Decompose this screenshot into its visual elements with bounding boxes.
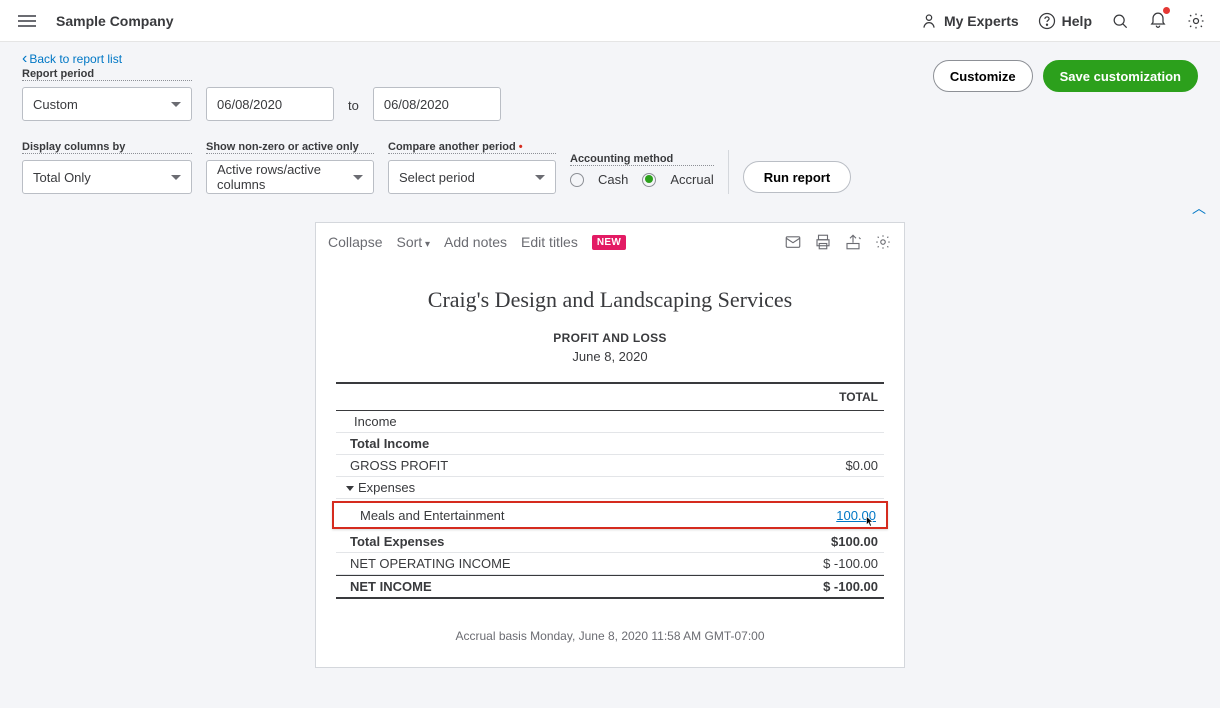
report-filters: Back to report list Customize Save custo… [0,42,1220,212]
accounting-method-radio-group: Cash Accrual [570,172,714,194]
table-row[interactable]: Total Expenses $100.00 [336,531,884,553]
top-button-group: Customize Save customization [933,60,1198,92]
customize-button[interactable]: Customize [933,60,1033,92]
table-row[interactable]: GROSS PROFIT $0.00 [336,455,884,477]
edit-titles-link[interactable]: Edit titles [521,234,578,250]
table-row[interactable]: NET OPERATING INCOME $ -100.00 [336,553,884,575]
total-income-label: Total Income [336,436,429,451]
income-label: Income [336,414,397,429]
highlighted-meals-row[interactable]: Meals and Entertainment 100.00 [332,501,888,529]
company-name: Sample Company [56,13,173,29]
total-expenses-label: Total Expenses [336,534,444,549]
compare-period-label: Compare another period [388,141,556,154]
filter-row-2: Display columns by Total Only Show non-z… [22,141,1198,194]
notifications-button[interactable] [1148,9,1168,32]
gross-profit-value: $0.00 [845,458,884,473]
top-header-right: My Experts Help [919,9,1206,32]
print-icon[interactable] [814,233,832,251]
accrual-radio[interactable] [642,173,656,187]
date-from-input[interactable]: 06/08/2020 [206,87,334,121]
save-customization-button[interactable]: Save customization [1043,60,1198,92]
date-to-input[interactable]: 06/08/2020 [373,87,501,121]
show-nonzero-select[interactable]: Active rows/active columns [206,160,374,194]
total-expenses-value: $100.00 [831,534,884,549]
meals-value-link[interactable]: 100.00 [836,508,882,523]
cash-radio[interactable] [570,173,584,187]
top-header: Sample Company My Experts Help [0,0,1220,42]
search-icon[interactable] [1110,11,1130,31]
report-toolbar-right [784,233,892,251]
report-period-select[interactable]: Custom [22,87,192,121]
cash-radio-label: Cash [598,172,628,187]
notification-dot-icon [1163,7,1170,14]
total-column-header: TOTAL [839,390,884,404]
table-row[interactable]: Income [336,411,884,433]
collapse-filters-chevron-icon[interactable]: ︿ [1192,198,1206,218]
expenses-group: Expenses [336,480,415,495]
meals-label: Meals and Entertainment [338,508,505,523]
email-icon[interactable] [784,233,802,251]
table-row[interactable]: NET INCOME $ -100.00 [336,575,884,597]
my-experts-link[interactable]: My Experts [919,11,1019,31]
help-label: Help [1062,13,1092,29]
report-period-text: June 8, 2020 [336,349,884,364]
caret-down-icon[interactable] [346,486,354,491]
display-columns-label: Display columns by [22,141,192,154]
compare-period-select[interactable]: Select period [388,160,556,194]
add-notes-link[interactable]: Add notes [444,234,507,250]
show-nonzero-label: Show non-zero or active only [206,141,374,154]
net-op-income-value: $ -100.00 [823,556,884,571]
report-period-label: Report period [22,68,192,81]
accrual-radio-label: Accrual [670,172,713,187]
gross-profit-label: GROSS PROFIT [336,458,448,473]
collapse-link[interactable]: Collapse [328,234,382,250]
report-table: TOTAL Income Total Income GROSS PROFIT $… [336,382,884,599]
net-income-label: NET INCOME [336,579,432,594]
report-footer-text: Accrual basis Monday, June 8, 2020 11:58… [336,629,884,643]
net-income-value: $ -100.00 [823,579,884,594]
help-circle-icon [1037,11,1057,31]
export-icon[interactable] [844,233,862,251]
report-toolbar: Collapse Sort Add notes Edit titles NEW [316,223,904,261]
report-type: PROFIT AND LOSS [336,331,884,345]
table-header-row: TOTAL [336,384,884,411]
to-label: to [348,98,359,121]
report-gear-icon[interactable] [874,233,892,251]
report-panel: Collapse Sort Add notes Edit titles NEW … [315,222,905,668]
gear-icon[interactable] [1186,11,1206,31]
help-link[interactable]: Help [1037,11,1092,31]
accounting-method-label: Accounting method [570,153,714,166]
display-columns-select[interactable]: Total Only [22,160,192,194]
person-icon [919,11,939,31]
report-main-area: Collapse Sort Add notes Edit titles NEW … [0,212,1220,708]
my-experts-label: My Experts [944,13,1019,29]
vertical-divider [728,150,729,194]
table-row[interactable]: Expenses [336,477,884,499]
net-op-income-label: NET OPERATING INCOME [336,556,511,571]
report-body: Craig's Design and Landscaping Services … [316,261,904,667]
hamburger-menu-icon[interactable] [14,11,40,31]
sort-link[interactable]: Sort [396,234,430,250]
run-report-button[interactable]: Run report [743,161,851,193]
new-badge: NEW [592,235,626,250]
table-row[interactable]: Total Income [336,433,884,455]
report-company-title: Craig's Design and Landscaping Services [336,287,884,313]
